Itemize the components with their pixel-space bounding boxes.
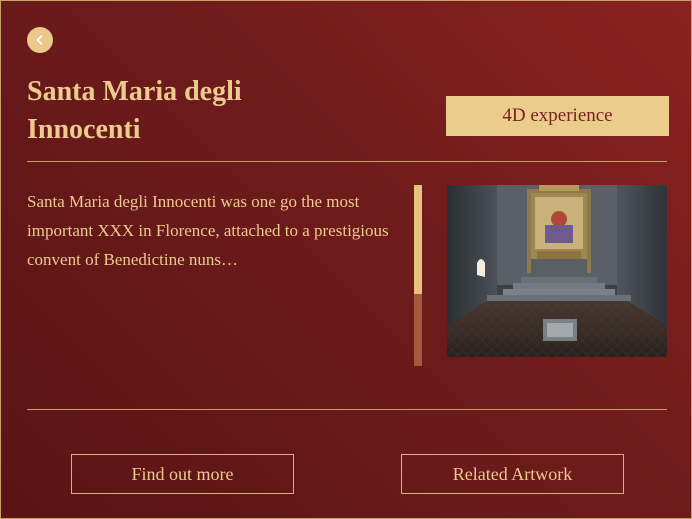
chevron-left-icon	[36, 35, 43, 45]
church-interior-image	[447, 185, 667, 357]
top-divider	[27, 161, 667, 162]
church-interior-illustration	[447, 185, 667, 357]
related-artwork-button[interactable]: Related Artwork	[401, 454, 624, 494]
page-title: Santa Maria degli Innocenti	[27, 76, 242, 145]
scrollbar-thumb[interactable]	[414, 185, 422, 294]
bottom-divider	[27, 409, 667, 410]
detail-card: Santa Maria degli Innocenti 4D experienc…	[0, 0, 692, 519]
description-text: Santa Maria degli Innocenti was one go t…	[27, 192, 389, 269]
find-out-more-button[interactable]: Find out more	[71, 454, 294, 494]
back-button[interactable]	[27, 27, 53, 53]
4d-experience-button[interactable]: 4D experience	[446, 96, 669, 136]
scrollbar[interactable]	[414, 185, 422, 366]
